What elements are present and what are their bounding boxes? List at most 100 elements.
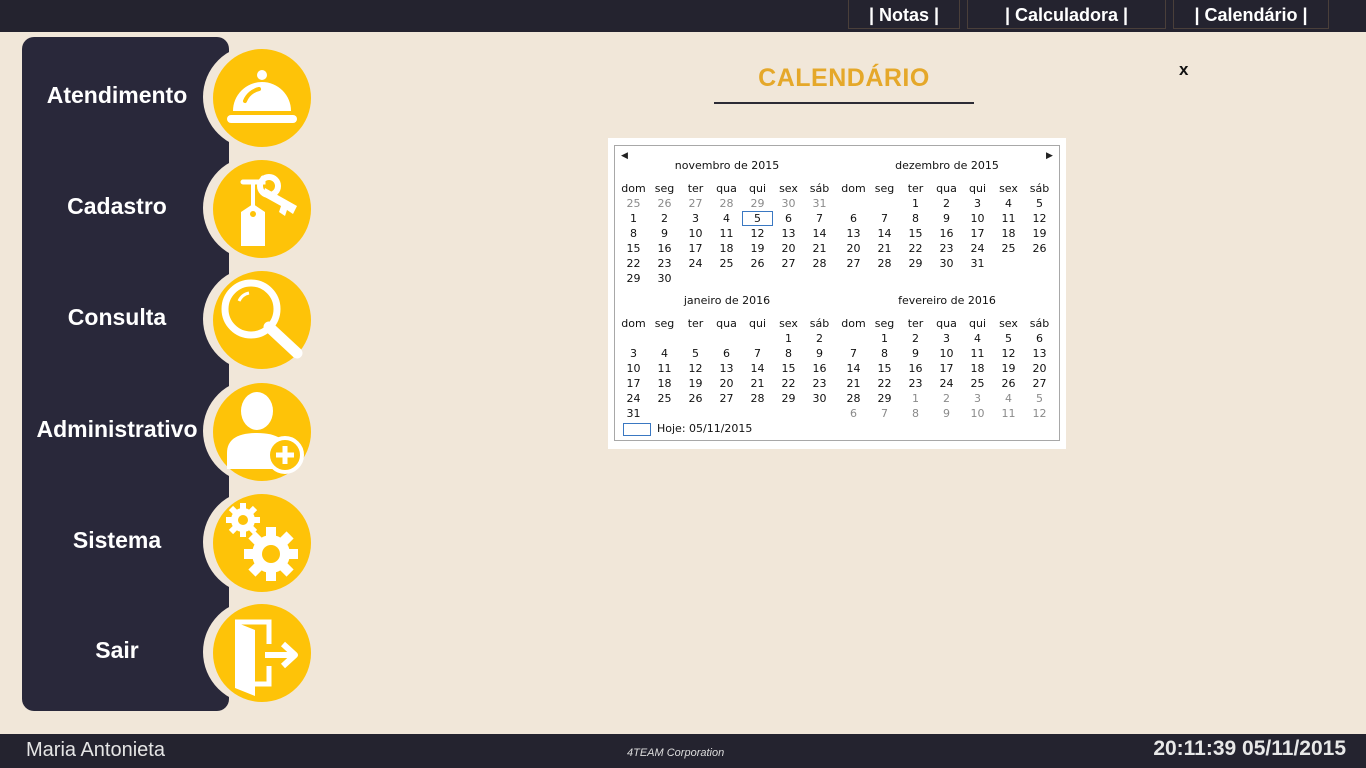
day-cell[interactable]: 26 — [993, 376, 1024, 391]
day-cell-today[interactable]: 5 — [742, 211, 773, 226]
tab-calendario[interactable]: | Calendário | — [1173, 0, 1329, 29]
day-cell[interactable]: 26 — [680, 391, 711, 406]
day-cell[interactable]: 20 — [773, 241, 804, 256]
day-cell[interactable]: 22 — [900, 241, 931, 256]
day-cell[interactable]: 11 — [993, 406, 1024, 421]
day-cell[interactable]: 6 — [711, 346, 742, 361]
day-cell[interactable]: 14 — [804, 226, 835, 241]
day-cell[interactable]: 25 — [618, 196, 649, 211]
day-cell[interactable]: 19 — [680, 376, 711, 391]
day-cell[interactable]: 11 — [711, 226, 742, 241]
day-cell[interactable]: 28 — [804, 256, 835, 271]
day-cell[interactable]: 14 — [742, 361, 773, 376]
day-cell[interactable]: 5 — [993, 331, 1024, 346]
day-cell[interactable]: 14 — [869, 226, 900, 241]
day-cell[interactable]: 8 — [773, 346, 804, 361]
day-cell[interactable]: 29 — [742, 196, 773, 211]
day-cell[interactable]: 8 — [900, 406, 931, 421]
day-cell[interactable]: 25 — [649, 391, 680, 406]
day-cell[interactable]: 23 — [900, 376, 931, 391]
day-cell[interactable]: 10 — [618, 361, 649, 376]
day-cell[interactable]: 19 — [1024, 226, 1055, 241]
day-cell[interactable]: 27 — [773, 256, 804, 271]
day-cell[interactable]: 9 — [804, 346, 835, 361]
day-cell[interactable]: 5 — [680, 346, 711, 361]
day-cell[interactable]: 28 — [742, 391, 773, 406]
day-cell[interactable]: 15 — [900, 226, 931, 241]
day-cell[interactable]: 4 — [993, 391, 1024, 406]
day-cell[interactable]: 7 — [742, 346, 773, 361]
day-cell[interactable]: 30 — [804, 391, 835, 406]
day-cell[interactable]: 20 — [1024, 361, 1055, 376]
day-cell[interactable]: 24 — [680, 256, 711, 271]
day-cell[interactable]: 2 — [931, 196, 962, 211]
day-cell[interactable]: 19 — [993, 361, 1024, 376]
day-cell[interactable]: 18 — [993, 226, 1024, 241]
day-cell[interactable]: 8 — [900, 211, 931, 226]
day-cell[interactable]: 9 — [931, 406, 962, 421]
day-cell[interactable]: 17 — [680, 241, 711, 256]
day-cell[interactable]: 24 — [962, 241, 993, 256]
day-cell[interactable]: 19 — [742, 241, 773, 256]
day-cell[interactable]: 13 — [773, 226, 804, 241]
day-cell[interactable]: 23 — [931, 241, 962, 256]
day-cell[interactable]: 10 — [962, 211, 993, 226]
close-button[interactable]: x — [1179, 60, 1188, 80]
sidebar-item-atendimento[interactable]: Atendimento — [22, 45, 322, 149]
day-cell[interactable]: 3 — [931, 331, 962, 346]
day-cell[interactable]: 15 — [869, 361, 900, 376]
day-cell[interactable]: 22 — [869, 376, 900, 391]
day-cell[interactable]: 6 — [1024, 331, 1055, 346]
day-cell[interactable]: 12 — [680, 361, 711, 376]
tab-notas[interactable]: | Notas | — [848, 0, 960, 29]
day-cell[interactable]: 24 — [931, 376, 962, 391]
day-cell[interactable]: 10 — [931, 346, 962, 361]
day-cell[interactable]: 23 — [804, 376, 835, 391]
sidebar-item-consulta[interactable]: Consulta — [22, 267, 322, 371]
day-cell[interactable]: 9 — [649, 226, 680, 241]
day-cell[interactable]: 18 — [649, 376, 680, 391]
day-cell[interactable]: 2 — [804, 331, 835, 346]
day-cell[interactable]: 7 — [869, 211, 900, 226]
tab-calculadora[interactable]: | Calculadora | — [967, 0, 1166, 29]
today-link[interactable]: Hoje: 05/11/2015 — [623, 422, 752, 436]
day-cell[interactable]: 17 — [931, 361, 962, 376]
sidebar-item-administrativo[interactable]: Administrativo — [22, 379, 322, 483]
day-cell[interactable]: 9 — [900, 346, 931, 361]
day-cell[interactable]: 25 — [993, 241, 1024, 256]
day-cell[interactable]: 28 — [711, 196, 742, 211]
day-cell[interactable]: 30 — [931, 256, 962, 271]
day-cell[interactable]: 15 — [773, 361, 804, 376]
day-cell[interactable]: 6 — [838, 406, 869, 421]
day-cell[interactable]: 20 — [838, 241, 869, 256]
day-cell[interactable]: 27 — [1024, 376, 1055, 391]
day-cell[interactable]: 8 — [618, 226, 649, 241]
day-cell[interactable]: 18 — [962, 361, 993, 376]
sidebar-item-sistema[interactable]: Sistema — [22, 490, 322, 594]
day-cell[interactable]: 26 — [1024, 241, 1055, 256]
day-cell[interactable]: 12 — [742, 226, 773, 241]
day-cell[interactable]: 2 — [931, 391, 962, 406]
day-cell[interactable]: 11 — [993, 211, 1024, 226]
day-cell[interactable]: 3 — [618, 346, 649, 361]
day-cell[interactable]: 21 — [804, 241, 835, 256]
day-cell[interactable]: 6 — [773, 211, 804, 226]
day-cell[interactable]: 12 — [1024, 211, 1055, 226]
day-cell[interactable]: 13 — [711, 361, 742, 376]
day-cell[interactable]: 15 — [618, 241, 649, 256]
day-cell[interactable]: 28 — [869, 256, 900, 271]
day-cell[interactable]: 31 — [962, 256, 993, 271]
day-cell[interactable]: 5 — [1024, 391, 1055, 406]
day-cell[interactable]: 24 — [618, 391, 649, 406]
day-cell[interactable]: 18 — [711, 241, 742, 256]
day-cell[interactable]: 3 — [680, 211, 711, 226]
day-cell[interactable]: 9 — [931, 211, 962, 226]
day-cell[interactable]: 11 — [962, 346, 993, 361]
day-cell[interactable]: 4 — [649, 346, 680, 361]
day-cell[interactable]: 3 — [962, 196, 993, 211]
day-cell[interactable]: 26 — [649, 196, 680, 211]
day-cell[interactable]: 12 — [1024, 406, 1055, 421]
day-cell[interactable]: 4 — [711, 211, 742, 226]
day-cell[interactable]: 16 — [804, 361, 835, 376]
day-cell[interactable]: 23 — [649, 256, 680, 271]
